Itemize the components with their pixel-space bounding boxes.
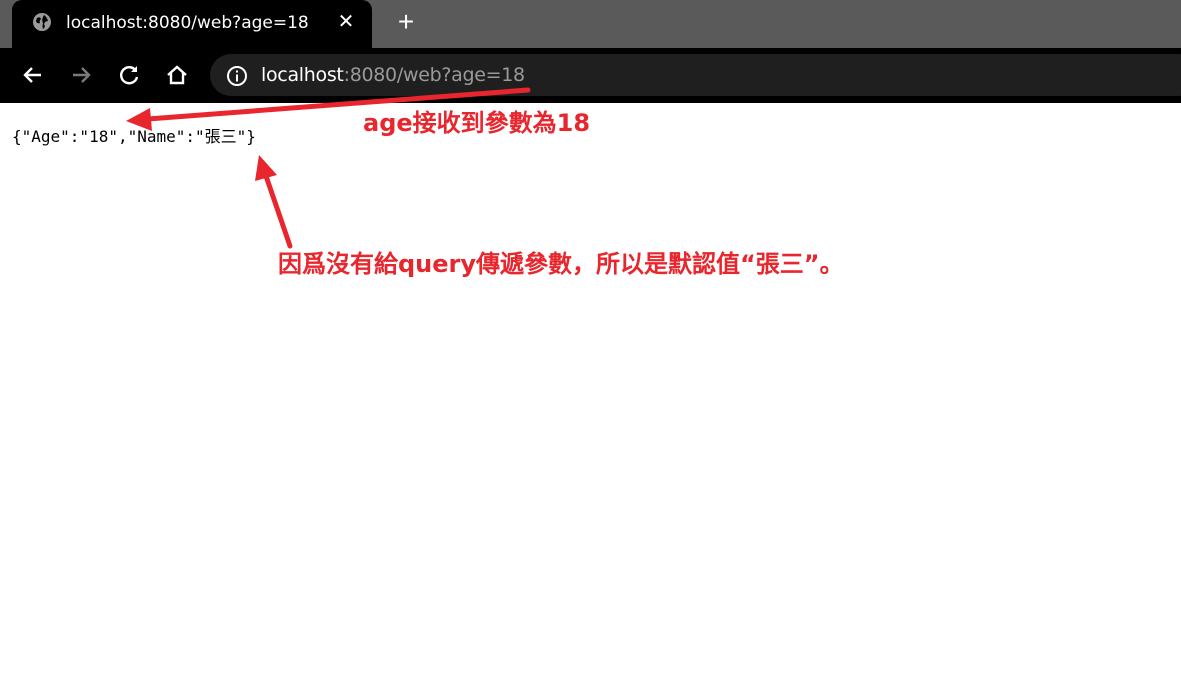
- plus-icon[interactable]: +: [392, 8, 420, 36]
- url-host: localhost: [261, 64, 344, 86]
- tab-active[interactable]: localhost:8080/web?age=18 ✕: [12, 0, 372, 48]
- globe-icon: [33, 13, 51, 31]
- annotation-name-default: 因爲沒有給query傳遞參數，所以是默認值“張三”。: [278, 250, 844, 278]
- tab-title: localhost:8080/web?age=18: [66, 13, 309, 33]
- arrow-to-name: [255, 155, 293, 249]
- url-path: :8080/web?age=18: [343, 64, 526, 86]
- address-bar[interactable]: localhost:8080/web?age=18: [210, 54, 1181, 96]
- info-icon[interactable]: [226, 65, 248, 87]
- annotation-arrows: [126, 87, 531, 249]
- annotation-age: age接收到參數為18: [363, 109, 591, 137]
- arrow-right-icon[interactable]: [68, 62, 94, 88]
- home-icon[interactable]: [164, 62, 190, 88]
- tab-strip: localhost:8080/web?age=18 ✕ +: [0, 0, 1181, 48]
- browser-toolbar: localhost:8080/web?age=18: [0, 48, 1181, 103]
- json-response: {"Age":"18","Name":"張三"}: [12, 127, 256, 146]
- arrow-left-icon[interactable]: [20, 62, 46, 88]
- url-text[interactable]: localhost:8080/web?age=18: [261, 63, 525, 87]
- reload-icon[interactable]: [116, 62, 142, 88]
- close-icon[interactable]: ✕: [334, 12, 358, 36]
